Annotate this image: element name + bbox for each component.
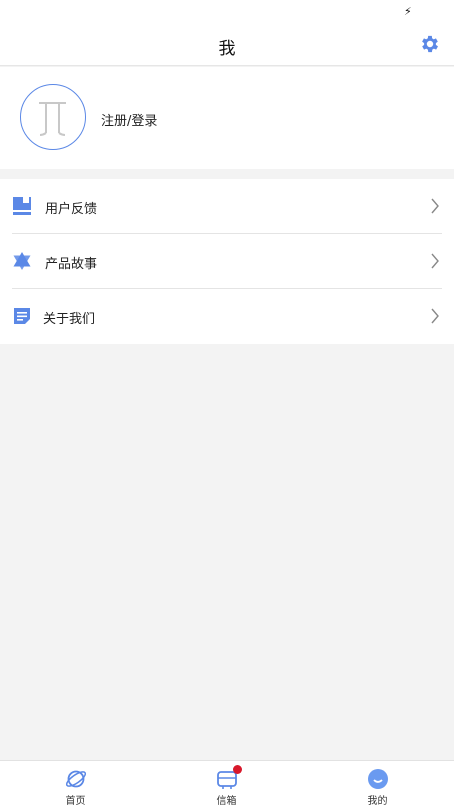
tab-mine[interactable]: 我的 (302, 761, 453, 807)
charging-bolt-icon: ⚡ (404, 5, 412, 18)
menu-item-label: 产品故事 (45, 257, 98, 272)
login-register-link[interactable]: 注册/登录 (101, 110, 157, 129)
gear-icon[interactable] (419, 33, 441, 55)
document-icon (14, 308, 30, 324)
avatar[interactable] (20, 84, 86, 150)
bottom-tab-bar: 首页 信箱 我的 (0, 760, 454, 807)
planet-icon (65, 770, 87, 788)
top-bar: 我 (0, 24, 454, 66)
tab-label: 首页 (65, 796, 86, 807)
tab-home[interactable]: 首页 (0, 761, 151, 807)
chevron-right-icon (431, 198, 439, 214)
status-bar: ⚡ (0, 0, 454, 24)
chevron-right-icon (431, 253, 439, 269)
notification-badge (233, 765, 242, 774)
feedback-icon (13, 197, 31, 215)
menu-item-label: 关于我们 (43, 312, 96, 327)
star-of-david-icon (13, 252, 31, 270)
page-title: 我 (218, 39, 236, 59)
profile-section[interactable]: 注册/登录 (0, 67, 454, 169)
menu-item-feedback[interactable]: 用户反馈 (0, 179, 454, 234)
settings-menu: 用户反馈 产品故事 关于我们 (0, 179, 454, 344)
menu-item-product-story[interactable]: 产品故事 (0, 234, 454, 289)
menu-item-about-us[interactable]: 关于我们 (0, 289, 454, 344)
chevron-right-icon (431, 308, 439, 324)
smiley-icon (368, 769, 388, 789)
tab-label: 我的 (367, 796, 388, 807)
avatar-placeholder-icon (39, 102, 66, 136)
tab-mailbox[interactable]: 信箱 (151, 761, 302, 807)
tab-label: 信箱 (216, 796, 237, 807)
menu-item-label: 用户反馈 (45, 202, 98, 217)
